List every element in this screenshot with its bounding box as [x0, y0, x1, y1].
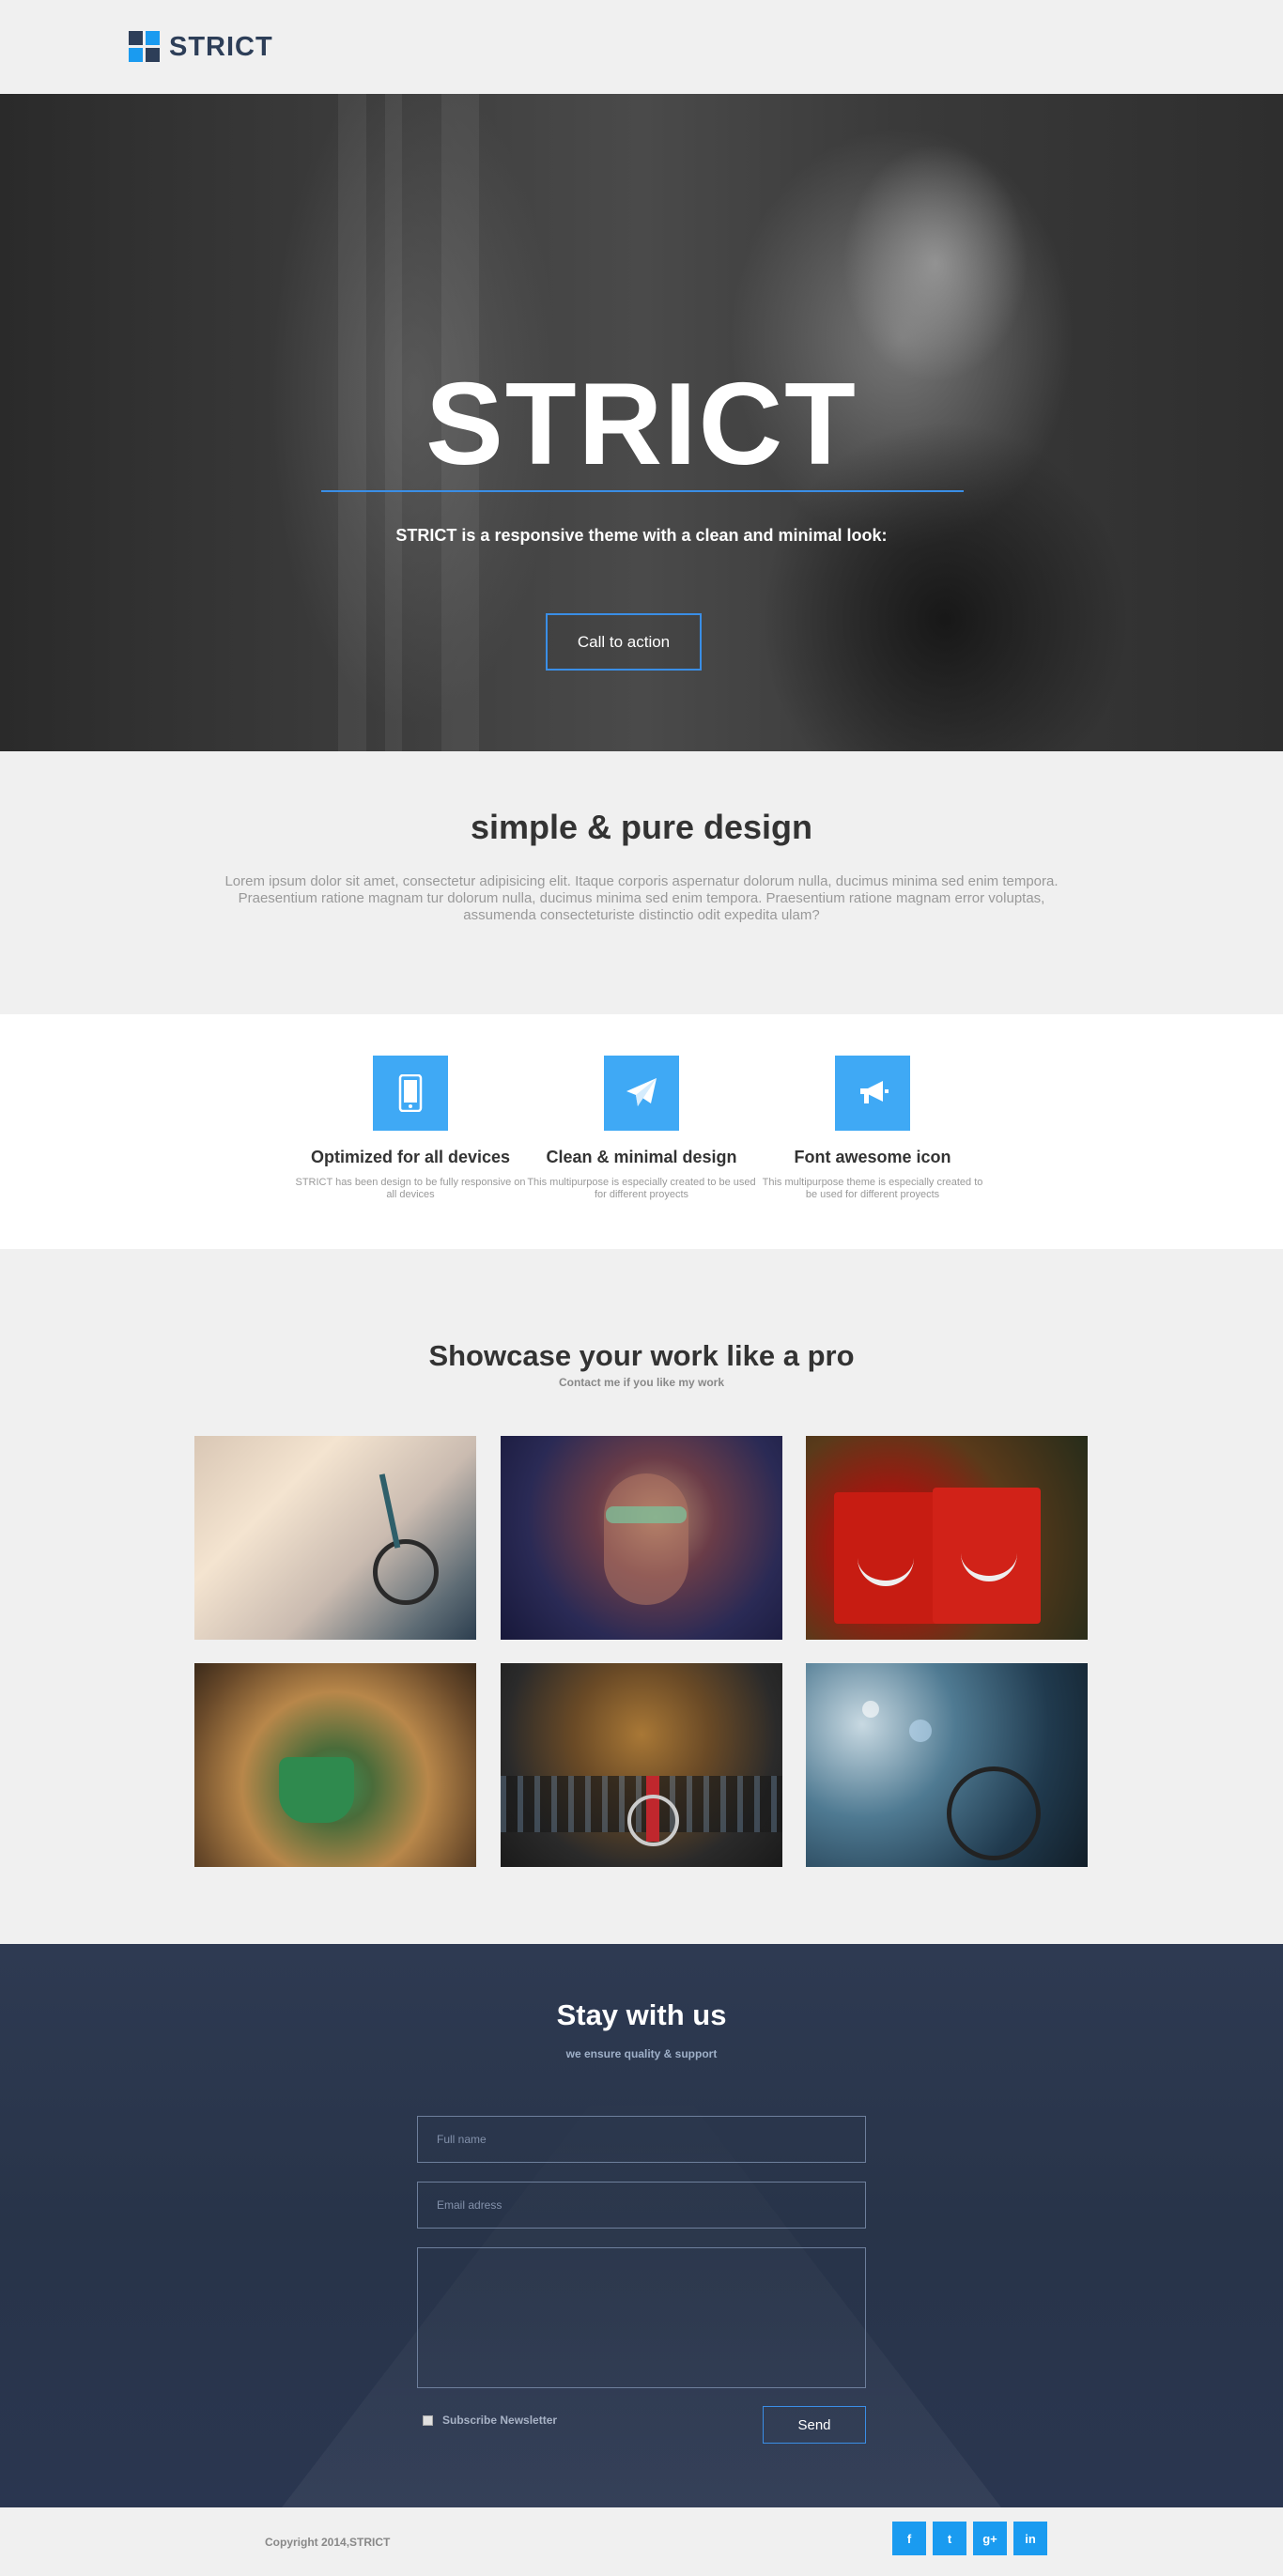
feature-title: Font awesome icon [794, 1148, 951, 1166]
feature-title: Clean & minimal design [546, 1148, 737, 1166]
hero-title: STRICT [425, 360, 858, 489]
site-header: STRICT [0, 0, 1283, 94]
hero-divider [321, 490, 964, 492]
showcase-section: Showcase your work like a pro Contact me… [0, 1249, 1283, 1944]
send-button[interactable]: Send [763, 2406, 866, 2444]
facebook-icon[interactable]: f [892, 2522, 926, 2555]
portfolio-image-smiley-mugs[interactable] [806, 1436, 1088, 1640]
subscribe-label: Subscribe Newsletter [442, 2414, 558, 2427]
logo-mark-icon [129, 31, 160, 63]
message-textarea[interactable] [417, 2247, 866, 2388]
features-section: Optimized for all devices STRICT has bee… [0, 1014, 1283, 1249]
portfolio-image-green-cup-splash[interactable] [194, 1663, 476, 1867]
portfolio-image-bicycle-street[interactable] [194, 1436, 476, 1640]
call-to-action-button[interactable]: Call to action [546, 613, 702, 671]
hero-subtitle: STRICT is a responsive theme with a clea… [395, 526, 888, 545]
logo[interactable]: STRICT [129, 31, 273, 63]
twitter-icon[interactable]: t [933, 2522, 966, 2555]
linkedin-icon[interactable]: in [1013, 2522, 1047, 2555]
copyright-text: Copyright 2014,STRICT [265, 2536, 391, 2549]
intro-section: simple & pure design Lorem ipsum dolor s… [0, 751, 1283, 1014]
paper-plane-icon [604, 1056, 679, 1131]
portfolio-image-red-bicycle[interactable] [501, 1663, 782, 1867]
intro-body: Lorem ipsum dolor sit amet, consectetur … [224, 873, 1059, 923]
feature-title: Optimized for all devices [310, 1148, 511, 1166]
google-plus-icon[interactable]: g+ [973, 2522, 1007, 2555]
feature-item: Font awesome icon This multipurpose them… [757, 1056, 988, 1201]
email-input[interactable] [417, 2182, 866, 2229]
intro-title: simple & pure design [470, 808, 813, 846]
contact-section: Stay with us we ensure quality & support… [0, 1944, 1283, 2507]
feature-text: This multipurpose theme is especially cr… [762, 1177, 983, 1200]
feature-text: This multipurpose is especially created … [527, 1177, 756, 1200]
logo-text: STRICT [169, 31, 273, 62]
showcase-title: Showcase your work like a pro [428, 1339, 855, 1372]
contact-title: Stay with us [556, 1998, 727, 2031]
subscribe-newsletter-checkbox[interactable]: Subscribe Newsletter [423, 2414, 557, 2427]
feature-item: Optimized for all devices STRICT has bee… [295, 1056, 526, 1201]
full-name-input[interactable] [417, 2116, 866, 2163]
social-links: f t g+ in [892, 2522, 1047, 2555]
mobile-icon [373, 1056, 448, 1131]
showcase-subtitle: Contact me if you like my work [558, 1376, 725, 1389]
portfolio-image-bicycle-bokeh[interactable] [806, 1663, 1088, 1867]
checkbox-box[interactable] [423, 2414, 433, 2426]
site-footer: Copyright 2014,STRICT f t g+ in [0, 2507, 1283, 2576]
portfolio-image-woman-sunglasses[interactable] [501, 1436, 782, 1640]
hero-section: STRICT STRICT is a responsive theme with… [0, 94, 1283, 751]
feature-item: Clean & minimal design This multipurpose… [526, 1056, 757, 1201]
bullhorn-icon [835, 1056, 910, 1131]
feature-text: STRICT has been design to be fully respo… [295, 1177, 526, 1200]
contact-subtitle: we ensure quality & support [565, 2047, 718, 2060]
